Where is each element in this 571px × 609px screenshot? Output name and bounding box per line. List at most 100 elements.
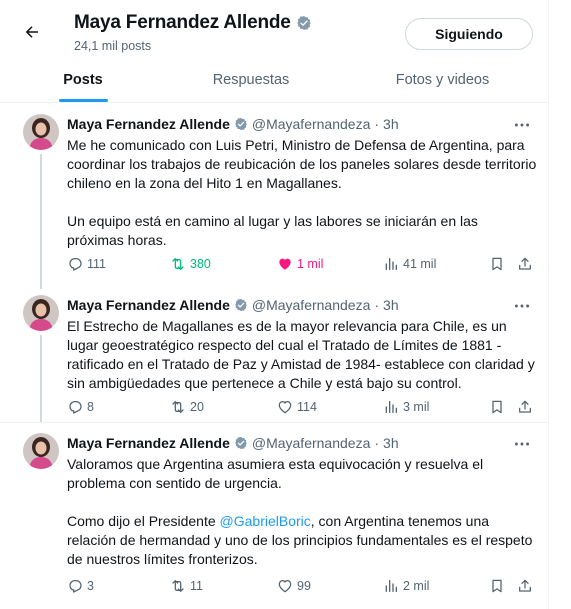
profile-name-row: Maya Fernandez Allende [74, 12, 312, 34]
like-count: 114 [297, 400, 317, 414]
share-button[interactable] [517, 254, 533, 274]
reply-button[interactable]: 3 [67, 576, 94, 596]
views-icon [385, 258, 397, 270]
tweet-timestamp[interactable]: 3h [383, 297, 399, 313]
verified-badge-icon [235, 298, 247, 312]
back-arrow-icon [25, 26, 38, 38]
tweet-timestamp[interactable]: 3h [383, 116, 399, 132]
views-button[interactable]: 2 mil [383, 576, 429, 596]
tweet-author-handle[interactable]: @Mayafernandeza [252, 435, 371, 451]
tab-replies-label: Respuestas [212, 72, 290, 88]
tweet-actions: 8 20 114 3 mil [67, 397, 537, 417]
tweet[interactable]: Maya Fernandez Allende @Mayafernandeza ·… [0, 285, 549, 423]
repost-count: 380 [190, 257, 211, 271]
views-icon [385, 580, 397, 592]
bookmark-icon [492, 579, 502, 593]
like-count: 1 mil [297, 257, 324, 271]
bookmark-button[interactable] [489, 576, 505, 596]
thread-connector [40, 335, 42, 423]
verified-badge-icon [235, 436, 247, 450]
views-icon [385, 401, 397, 413]
repost-button[interactable]: 20 [170, 397, 204, 417]
tweet-text: El Estrecho de Magallanes es de la mayor… [67, 317, 537, 393]
share-icon [519, 579, 531, 592]
tweet-timestamp[interactable]: 3h [383, 435, 399, 451]
more-options-button[interactable] [512, 437, 532, 451]
repost-button[interactable]: 380 [170, 254, 211, 274]
more-options-button[interactable] [512, 299, 532, 313]
views-button[interactable]: 41 mil [383, 254, 436, 274]
heart-icon [278, 401, 292, 414]
tweet[interactable]: Maya Fernandez Allende @Mayafernandeza ·… [0, 422, 549, 609]
like-button[interactable]: 114 [277, 397, 317, 417]
reply-button[interactable]: 111 [67, 254, 106, 274]
tweet-text-segment: Como dijo el Presidente [67, 513, 220, 529]
share-icon [519, 257, 531, 270]
reply-count: 8 [87, 400, 94, 414]
avatar[interactable] [23, 433, 59, 469]
heart-icon [279, 258, 291, 270]
tab-posts-label: Posts [63, 72, 103, 88]
tweet-header: Maya Fernandez Allende @Mayafernandeza ·… [67, 297, 399, 313]
tab-posts[interactable]: Posts [0, 58, 166, 102]
tweet-author-handle[interactable]: @Mayafernandeza [252, 116, 371, 132]
view-count: 3 mil [403, 400, 430, 414]
profile-name: Maya Fernandez Allende [74, 12, 291, 33]
avatar-image [23, 114, 59, 150]
retweet-icon [172, 401, 184, 413]
retweet-icon [172, 580, 184, 592]
tweet-author-name[interactable]: Maya Fernandez Allende [67, 435, 230, 451]
reply-button[interactable]: 8 [67, 397, 94, 417]
tweet-paragraph: Como dijo el Presidente @GabrielBoric, c… [67, 512, 537, 569]
mention-link[interactable]: @GabrielBoric [220, 513, 311, 529]
profile-tabs: Posts Respuestas Fotos y videos [0, 58, 549, 103]
like-button[interactable]: 99 [277, 576, 311, 596]
reply-icon [69, 580, 82, 593]
following-button[interactable]: Siguiendo [405, 18, 533, 50]
tweet-author-name[interactable]: Maya Fernandez Allende [67, 297, 230, 313]
views-button[interactable]: 3 mil [383, 397, 429, 417]
avatar-image [23, 433, 59, 469]
profile-timeline: Maya Fernandez Allende 24,1 mil posts Si… [0, 0, 549, 609]
tweet-author-name[interactable]: Maya Fernandez Allende [67, 116, 230, 132]
tweet-paragraph: Valoramos que Argentina asumiera esta eq… [67, 456, 484, 491]
verified-badge-icon [296, 16, 311, 30]
bookmark-icon [492, 400, 502, 414]
more-icon [514, 304, 530, 308]
profile-header: Maya Fernandez Allende 24,1 mil posts Si… [0, 0, 549, 58]
post-count: 24,1 mil posts [74, 39, 152, 53]
bookmark-button[interactable] [489, 397, 505, 417]
reply-count: 3 [87, 579, 94, 593]
share-button[interactable] [517, 397, 533, 417]
tweet[interactable]: Maya Fernandez Allende @Mayafernandeza ·… [0, 104, 549, 289]
tweet-paragraph: El Estrecho de Magallanes es de la mayor… [67, 318, 535, 391]
tab-replies[interactable]: Respuestas [166, 58, 336, 102]
avatar[interactable] [23, 295, 59, 331]
more-icon [514, 442, 530, 446]
tweet-actions: 111 380 1 mil 41 mil [67, 254, 537, 274]
tweet-text: Me he comunicado con Luis Petri, Ministr… [67, 136, 537, 250]
share-button[interactable] [517, 576, 533, 596]
more-options-button[interactable] [512, 118, 532, 132]
reply-icon [69, 258, 82, 271]
separator-dot: · [374, 116, 380, 132]
tweet-paragraph: Me he comunicado con Luis Petri, Ministr… [67, 137, 537, 191]
share-icon [519, 400, 531, 413]
tweet-author-handle[interactable]: @Mayafernandeza [252, 297, 371, 313]
tweet-text: Valoramos que Argentina asumiera esta eq… [67, 455, 537, 569]
tab-media[interactable]: Fotos y videos [336, 58, 549, 102]
repost-button[interactable]: 11 [170, 576, 203, 596]
thread-connector [40, 154, 42, 289]
avatar[interactable] [23, 114, 59, 150]
active-tab-indicator [59, 99, 108, 102]
bookmark-button[interactable] [489, 254, 505, 274]
reply-count: 111 [87, 257, 107, 271]
back-button[interactable] [18, 18, 46, 46]
reply-icon [69, 401, 82, 414]
heart-icon [278, 580, 292, 593]
like-button[interactable]: 1 mil [277, 254, 323, 274]
tweet-header: Maya Fernandez Allende @Mayafernandeza ·… [67, 435, 399, 451]
tab-media-label: Fotos y videos [395, 72, 490, 88]
tweet-actions: 3 11 99 2 mil [67, 576, 537, 596]
avatar-image [23, 295, 59, 331]
